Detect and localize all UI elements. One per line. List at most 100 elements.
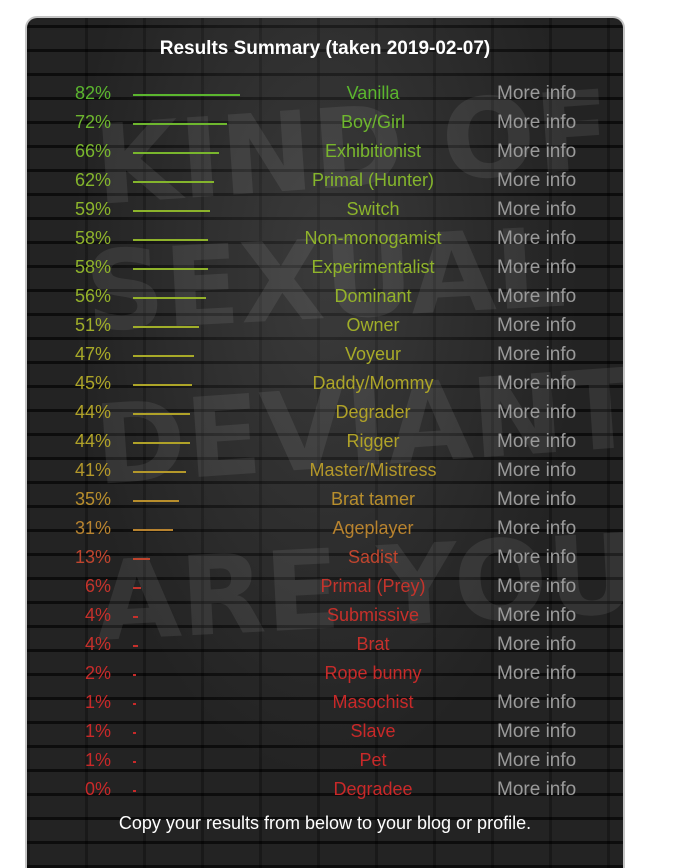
result-percentage: 62%: [74, 170, 111, 190]
more-info-link[interactable]: More info: [497, 634, 576, 656]
results-panel: KIND OF SEXUAL DEVIANT ARE YOU Results S…: [25, 16, 625, 868]
result-percentage: 2%: [84, 663, 111, 683]
result-percentage: 56%: [74, 286, 111, 306]
more-info-link[interactable]: More info: [497, 170, 576, 192]
result-row: 31% Ageplayer More info: [27, 515, 623, 544]
more-info-link[interactable]: More info: [497, 489, 576, 511]
result-bar: [133, 529, 174, 531]
more-info-link[interactable]: More info: [497, 402, 576, 424]
result-percentage: 0%: [84, 779, 111, 799]
result-row: 51% Owner More info: [27, 312, 623, 341]
result-percentage: 35%: [74, 489, 111, 509]
more-info-link[interactable]: More info: [497, 605, 576, 627]
result-bar: [133, 297, 206, 299]
result-bar: [133, 500, 179, 502]
result-percentage: 45%: [74, 373, 111, 393]
more-info-link[interactable]: More info: [497, 460, 576, 482]
more-info-link[interactable]: More info: [497, 431, 576, 453]
result-row: 58% Non-monogamist More info: [27, 225, 623, 254]
result-bar: [133, 384, 192, 386]
result-row: 1% Slave More info: [27, 718, 623, 747]
result-bar: [133, 761, 136, 763]
more-info-link[interactable]: More info: [497, 518, 576, 540]
result-category-name: Boy/Girl: [340, 112, 405, 132]
copy-results-instruction: Copy your results from below to your blo…: [118, 813, 532, 833]
result-bar: [133, 442, 191, 444]
result-category-name: Non-monogamist: [304, 228, 442, 248]
result-percentage: 44%: [74, 402, 111, 422]
more-info-link[interactable]: More info: [497, 257, 576, 279]
result-bar: [133, 413, 191, 415]
result-bar: [133, 558, 150, 560]
more-info-link[interactable]: More info: [497, 228, 576, 250]
result-category-name: Voyeur: [344, 344, 402, 364]
result-row: 0% Degradee More info: [27, 776, 623, 805]
result-percentage: 58%: [74, 228, 111, 248]
more-info-link[interactable]: More info: [497, 83, 576, 105]
result-bar: [133, 732, 136, 734]
more-info-link[interactable]: More info: [497, 286, 576, 308]
result-row: 13% Sadist More info: [27, 544, 623, 573]
result-row: 1% Masochist More info: [27, 689, 623, 718]
result-percentage: 47%: [74, 344, 111, 364]
result-category-name: Owner: [346, 315, 400, 335]
result-bar: [133, 210, 210, 212]
result-category-name: Switch: [346, 199, 400, 219]
result-row: 72% Boy/Girl More info: [27, 109, 623, 138]
result-percentage: 4%: [84, 605, 111, 625]
result-bar: [133, 587, 141, 589]
result-percentage: 44%: [74, 431, 111, 451]
result-category-name: Rigger: [346, 431, 400, 451]
result-percentage: 31%: [74, 518, 111, 538]
result-row: 2% Rope bunny More info: [27, 660, 623, 689]
result-row: 44% Degrader More info: [27, 399, 623, 428]
more-info-link[interactable]: More info: [497, 141, 576, 163]
result-percentage: 1%: [84, 750, 111, 770]
result-row: 1% Pet More info: [27, 747, 623, 776]
result-category-name: Brat: [356, 634, 390, 654]
result-bar: [133, 355, 195, 357]
more-info-link[interactable]: More info: [497, 721, 576, 743]
result-row: 45% Daddy/Mommy More info: [27, 370, 623, 399]
result-bar: [133, 94, 240, 96]
result-row: 58% Experimentalist More info: [27, 254, 623, 283]
more-info-link[interactable]: More info: [497, 576, 576, 598]
result-percentage: 59%: [74, 199, 111, 219]
result-percentage: 1%: [84, 721, 111, 741]
result-row: 62% Primal (Hunter) More info: [27, 167, 623, 196]
result-bar: [133, 326, 200, 328]
result-row: 82% Vanilla More info: [27, 80, 623, 109]
result-category-name: Primal (Prey): [320, 576, 426, 596]
result-bar: [133, 674, 136, 676]
result-bar: [133, 268, 209, 270]
result-category-name: Primal (Hunter): [311, 170, 435, 190]
result-category-name: Sadist: [347, 547, 399, 567]
more-info-link[interactable]: More info: [497, 750, 576, 772]
more-info-link[interactable]: More info: [497, 663, 576, 685]
result-category-name: Exhibitionist: [324, 141, 422, 161]
more-info-link[interactable]: More info: [497, 779, 576, 801]
result-percentage: 66%: [74, 141, 111, 161]
more-info-link[interactable]: More info: [497, 112, 576, 134]
result-category-name: Degrader: [335, 402, 411, 422]
more-info-link[interactable]: More info: [497, 315, 576, 337]
result-row: 44% Rigger More info: [27, 428, 623, 457]
more-info-link[interactable]: More info: [497, 547, 576, 569]
more-info-link[interactable]: More info: [497, 199, 576, 221]
result-percentage: 13%: [74, 547, 111, 567]
result-bar: [133, 181, 214, 183]
more-info-link[interactable]: More info: [497, 692, 576, 714]
result-bar: [133, 703, 136, 705]
result-percentage: 72%: [74, 112, 111, 132]
result-bar: [133, 616, 139, 618]
result-category-name: Vanilla: [346, 83, 400, 103]
result-percentage: 1%: [84, 692, 111, 712]
result-percentage: 4%: [84, 634, 111, 654]
result-percentage: 41%: [74, 460, 111, 480]
result-category-name: Masochist: [332, 692, 414, 712]
more-info-link[interactable]: More info: [497, 344, 576, 366]
result-category-name: Dominant: [334, 286, 412, 306]
result-bar: [133, 471, 187, 473]
more-info-link[interactable]: More info: [497, 373, 576, 395]
result-category-name: Rope bunny: [324, 663, 422, 683]
